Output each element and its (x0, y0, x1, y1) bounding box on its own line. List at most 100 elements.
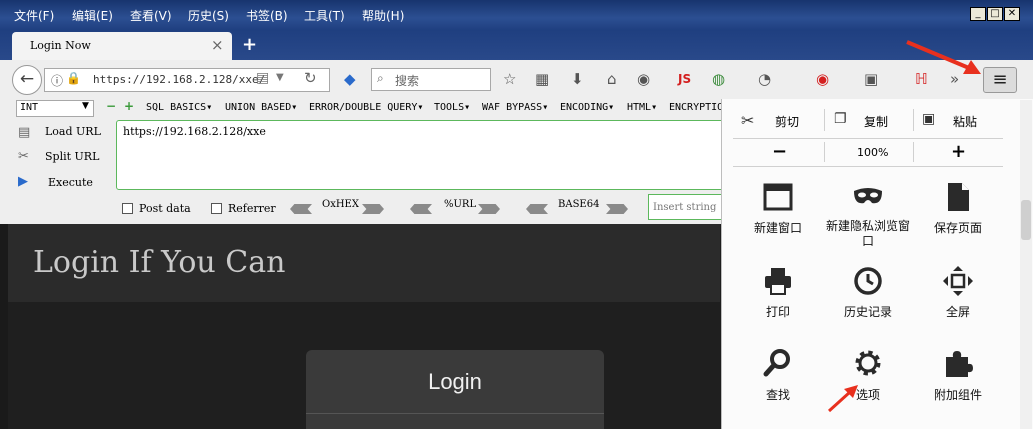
select-arrow-icon: ▼ (82, 101, 89, 111)
clock-icon (854, 267, 882, 295)
red-extension-icon[interactable]: ◉ (816, 70, 829, 88)
oxhex-label: OxHEX (322, 199, 359, 210)
hackbar-menu-error-double-query[interactable]: ERROR/DOUBLE QUERY▾ (309, 102, 423, 113)
private-window-label: 新建隐私浏览窗口 (825, 219, 910, 248)
save-page-label: 保存页面 (933, 221, 982, 235)
minimize-button[interactable]: _ (970, 7, 986, 21)
lock-warning-icon[interactable]: 🔒 (66, 71, 81, 85)
find-label: 查找 (765, 388, 790, 402)
divider (913, 142, 914, 162)
reading-list-icon[interactable]: ▦ (535, 70, 549, 88)
bird-extension-icon[interactable]: ◆ (344, 70, 356, 88)
puzzle-icon (946, 351, 973, 377)
divider (824, 142, 825, 162)
execute-button[interactable]: Execute (48, 176, 93, 189)
info-icon[interactable]: ⓘ (51, 72, 63, 89)
tab-title: Login Now (30, 39, 91, 52)
fullscreen-icon (943, 266, 973, 296)
panel-scrollbar[interactable] (1020, 100, 1032, 429)
bookmark-star-icon[interactable]: ☆ (503, 70, 516, 88)
new-window-icon (763, 183, 793, 211)
zoom-out-button[interactable]: − (772, 141, 787, 162)
page-action-icon[interactable]: ▤ (256, 70, 269, 86)
search-placeholder: 搜索 (395, 74, 420, 88)
palette-icon[interactable]: ◔ (758, 70, 771, 88)
menu-bookmarks[interactable]: 书签(B) (246, 7, 288, 24)
hackbar-url-textarea[interactable]: https://192.168.2.128/xxe (116, 120, 756, 190)
search-icon: ⌕ (377, 71, 384, 85)
menu-help[interactable]: 帮助(H) (362, 7, 404, 24)
insert-string-placeholder: Insert string (653, 202, 717, 213)
page-heading: Login If You Can (33, 245, 286, 280)
hackbar-menu-union-based[interactable]: UNION BASED▾ (225, 102, 297, 113)
maximize-button[interactable]: □ (987, 7, 1003, 21)
login-box-divider (306, 413, 604, 414)
url-text: https://192.168.2.128/xxe/ (93, 73, 266, 86)
new-tab-button[interactable]: + (242, 34, 257, 55)
addons-label: 附加组件 (933, 388, 982, 402)
menu-file[interactable]: 文件(F) (14, 7, 54, 24)
zoom-in-button[interactable]: + (951, 141, 966, 162)
load-url-button[interactable]: Load URL (45, 125, 101, 138)
post-data-label: Post data (139, 202, 191, 215)
fullscreen-label: 全屏 (945, 305, 970, 319)
hackbar-url-value: https://192.168.2.128/xxe (123, 125, 266, 138)
hackbar-menu-encoding[interactable]: ENCODING▾ (560, 102, 614, 113)
avatar-icon[interactable]: ◉ (637, 70, 650, 88)
menu-edit[interactable]: 编辑(E) (72, 7, 113, 24)
base64-label: BASE64 (558, 199, 600, 210)
reload-icon[interactable]: ↻ (304, 69, 317, 87)
zoom-level[interactable]: 100% (857, 146, 888, 159)
hackbar-menu-waf-bypass[interactable]: WAF BYPASS▾ (482, 102, 548, 113)
hackbar-menu-sql-basics[interactable]: SQL BASICS▾ (146, 102, 212, 113)
referrer-label: Referrer (228, 202, 276, 215)
scrollbar-thumb[interactable] (1021, 200, 1031, 240)
js-extension-icon[interactable]: JS (678, 72, 691, 86)
divider (824, 109, 825, 131)
dropdown-arrow-icon[interactable]: ▼ (276, 72, 284, 83)
copy-icon: ❐ (834, 111, 847, 127)
hamburger-menu-button[interactable]: ≡ (983, 67, 1017, 93)
plus-icon[interactable]: + (124, 99, 134, 113)
back-button[interactable]: ← (12, 65, 42, 95)
menu-tools[interactable]: 工具(T) (304, 7, 345, 24)
login-box-title: Login (428, 369, 482, 394)
minus-icon[interactable]: − (106, 99, 116, 113)
mask-icon (854, 188, 882, 204)
printer-icon (765, 268, 791, 295)
paste-button[interactable]: 粘贴 (953, 113, 977, 130)
divider (913, 109, 914, 131)
magnifier-icon (763, 349, 790, 377)
hackbar-select-value: INT (20, 102, 39, 113)
home-icon[interactable]: ⌂ (607, 70, 617, 88)
download-icon[interactable]: ⬇ (571, 70, 584, 88)
split-url-button[interactable]: Split URL (45, 150, 99, 163)
save-page-icon (948, 183, 969, 211)
load-url-icon: ▤ (18, 125, 31, 140)
new-window-label: 新建窗口 (753, 221, 802, 235)
screenshot-icon[interactable]: ▣ (864, 70, 878, 88)
cut-icon: ✂ (741, 111, 755, 130)
url-encode-label: %URL (444, 199, 477, 210)
split-url-icon: ✂ (18, 149, 29, 164)
annotation-arrow-options (827, 385, 858, 413)
hackbar-menu-html[interactable]: HTML▾ (627, 102, 657, 113)
close-window-button[interactable]: ✕ (1004, 7, 1020, 21)
search-box[interactable] (371, 68, 491, 91)
page-margin (0, 224, 8, 429)
gear-icon (855, 350, 881, 376)
divider (733, 166, 1003, 167)
hackbar-menu-tools[interactable]: TOOLS▾ (434, 102, 470, 113)
post-data-checkbox[interactable] (122, 203, 133, 214)
paste-icon: ▣ (922, 111, 936, 127)
execute-icon: ▶ (18, 174, 28, 189)
referrer-checkbox[interactable] (211, 203, 222, 214)
annotation-arrow-top (906, 40, 981, 74)
menu-view[interactable]: 查看(V) (130, 7, 172, 24)
cut-button[interactable]: 剪切 (775, 113, 799, 130)
copy-button[interactable]: 复制 (864, 113, 888, 130)
menu-history[interactable]: 历史(S) (188, 7, 229, 24)
globe-icon[interactable]: ◍ (712, 70, 725, 88)
tab-close-icon[interactable]: × (211, 36, 224, 54)
history-label: 历史记录 (843, 305, 892, 319)
